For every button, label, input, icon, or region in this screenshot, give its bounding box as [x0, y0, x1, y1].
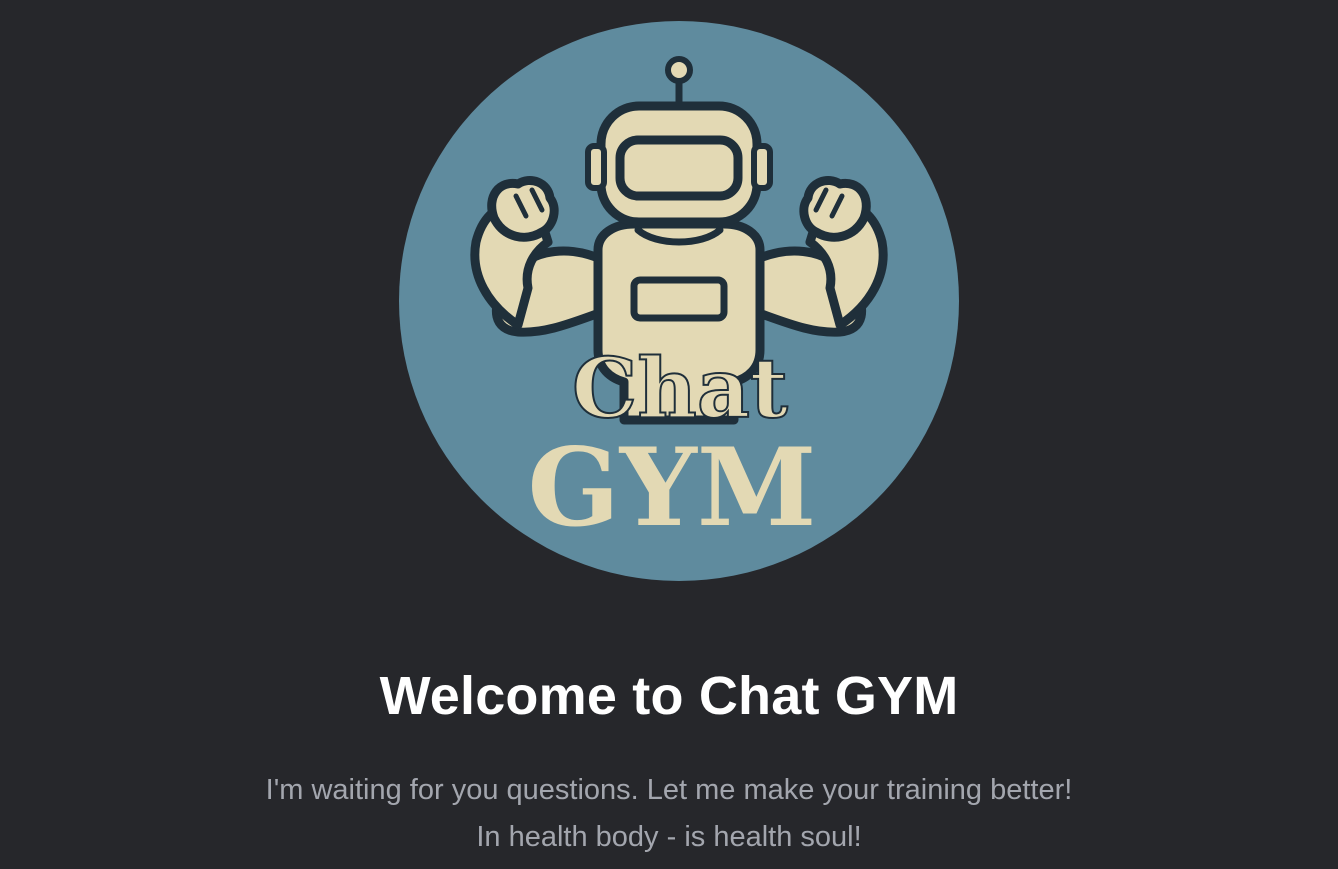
- logo-text-gym: GYM: [528, 425, 817, 551]
- welcome-title: Welcome to Chat GYM: [379, 666, 959, 726]
- welcome-subtitle-line-1: I'm waiting for you questions. Let me ma…: [265, 774, 1073, 806]
- chat-welcome-screen: Chat GYM Welcome to Chat GYM I'm waiting…: [0, 0, 1338, 869]
- muscle-robot-icon: Chat GYM: [399, 21, 959, 581]
- welcome-subtitle-line-2: In health body - is health soul!: [476, 821, 862, 853]
- chat-gym-logo: Chat GYM: [398, 20, 960, 582]
- logo-text-chat: Chat: [572, 341, 788, 437]
